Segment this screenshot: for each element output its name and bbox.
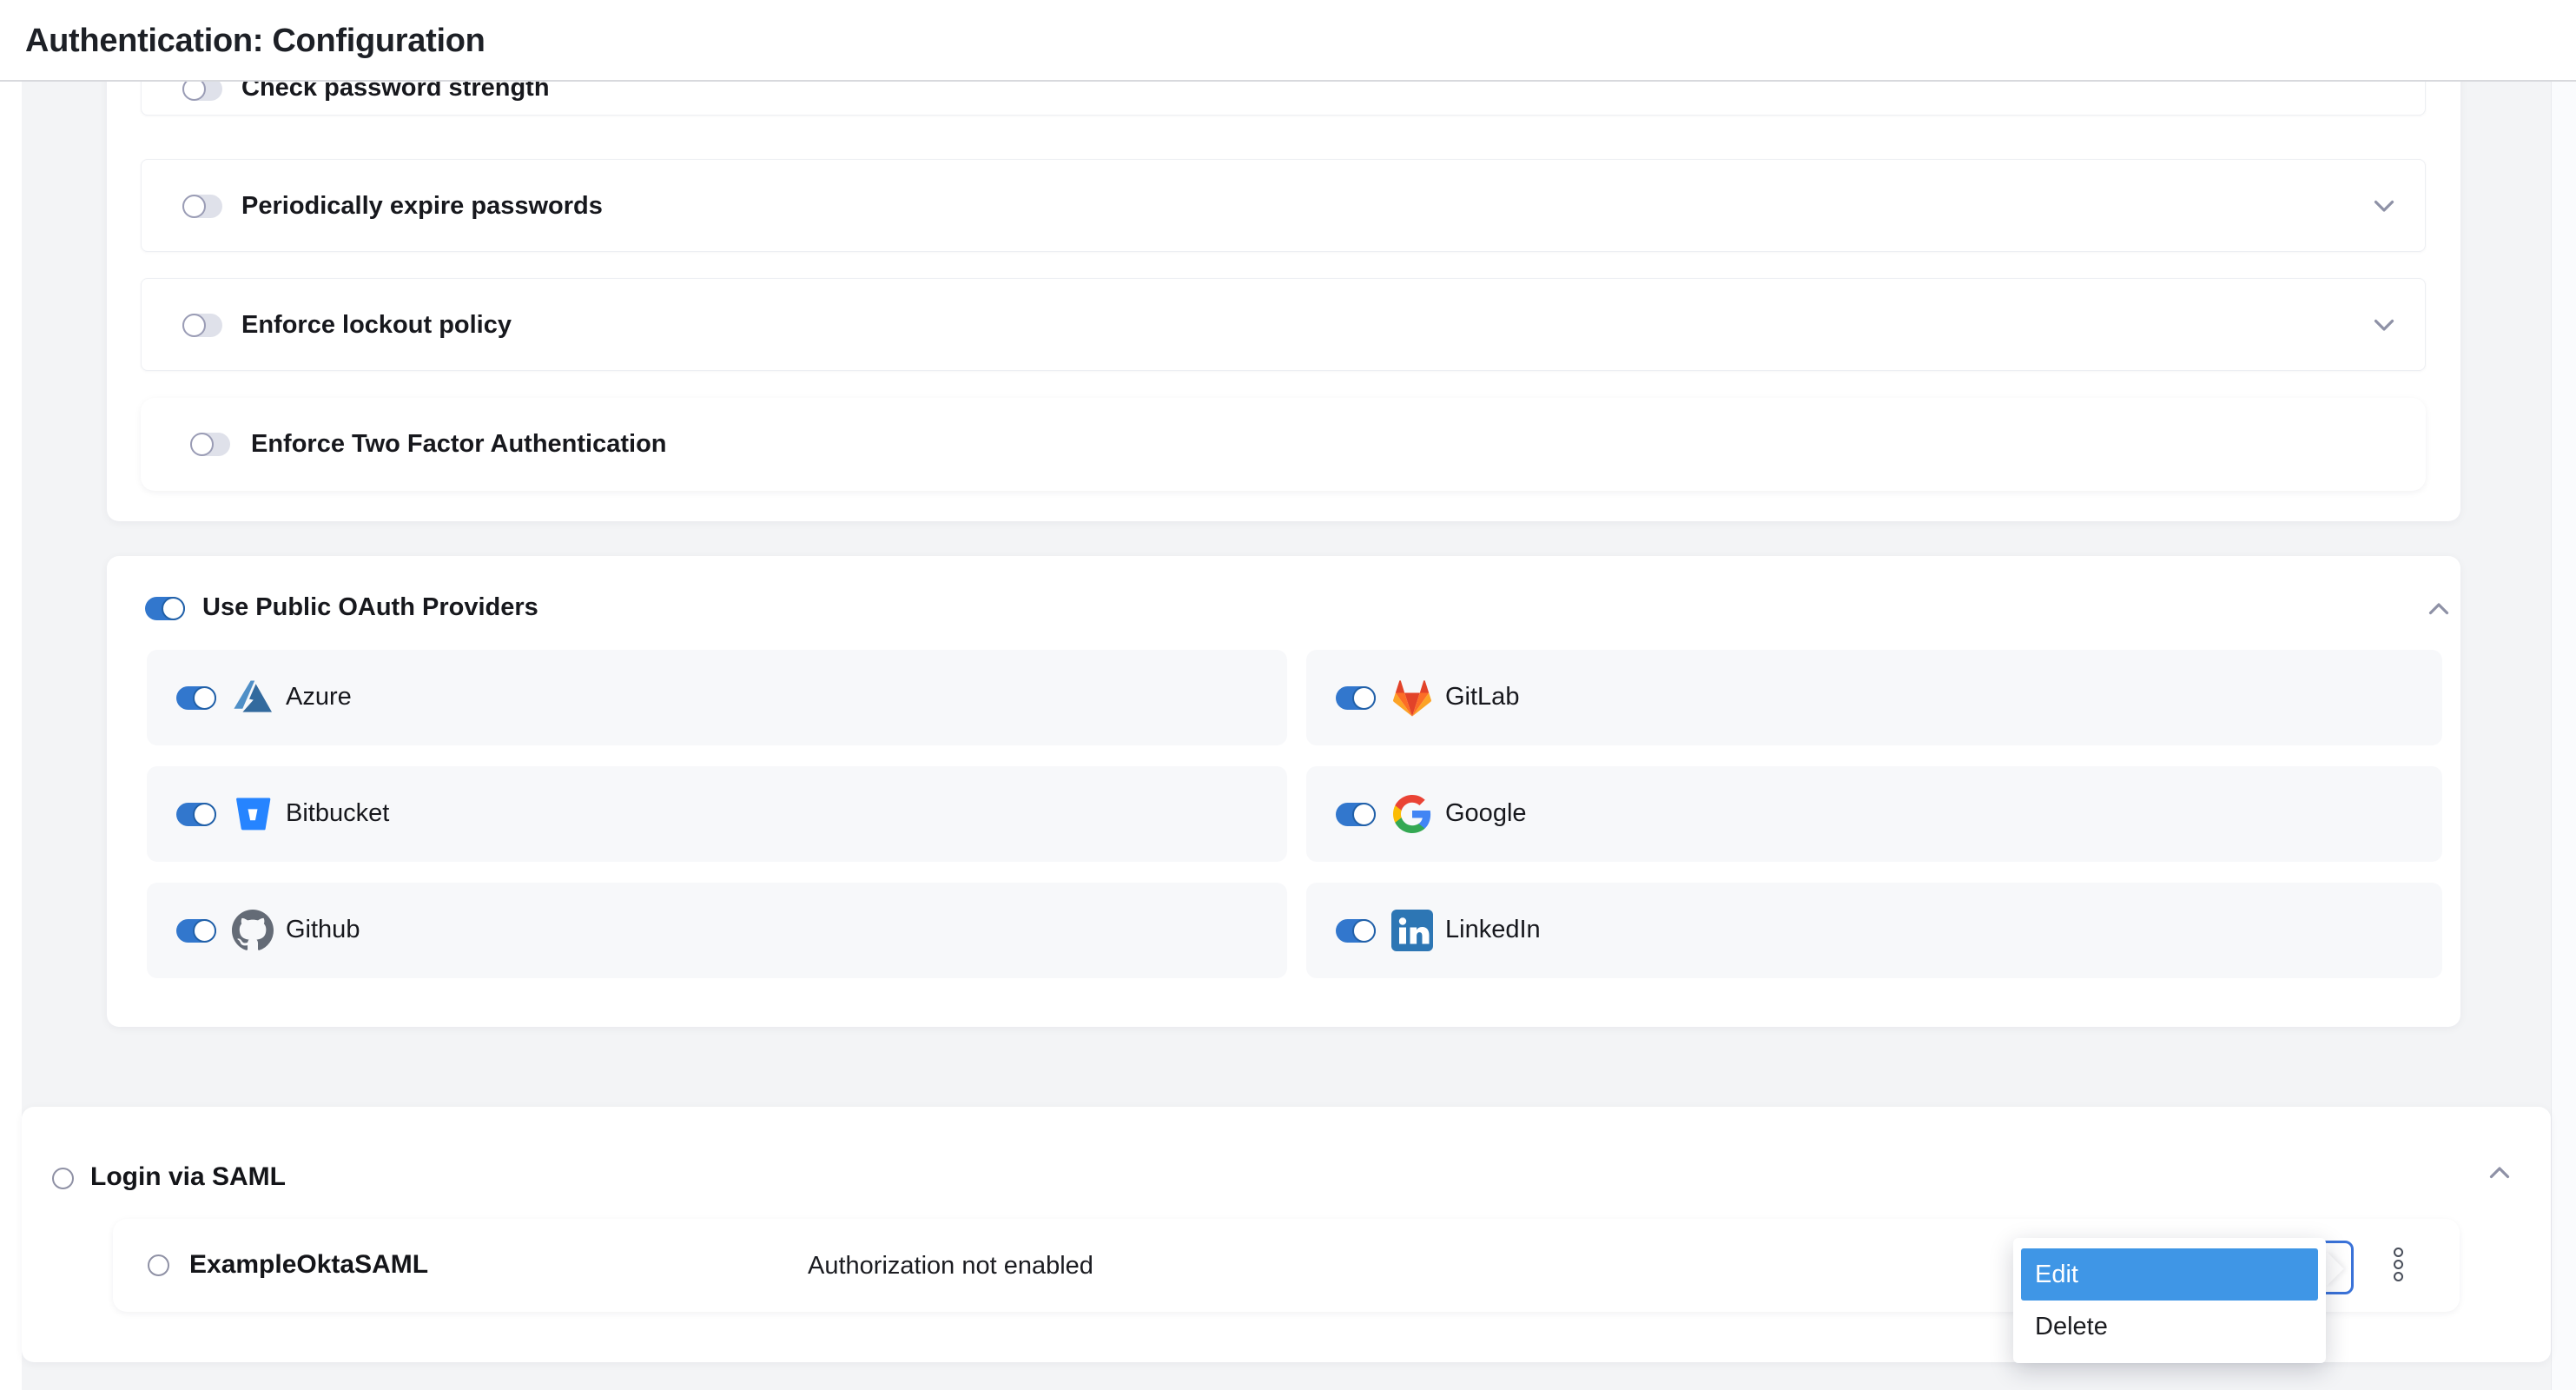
toggle-knob xyxy=(1352,686,1376,710)
provider-label: Bitbucket xyxy=(286,799,389,828)
saml-section-label: Login via SAML xyxy=(90,1162,286,1192)
azure-icon xyxy=(232,677,274,718)
provider-tile-google[interactable]: Google xyxy=(1306,766,2442,862)
context-menu: Edit Delete xyxy=(2013,1238,2326,1363)
toggle-knob xyxy=(1352,919,1376,943)
oauth-section-label: Use Public OAuth Providers xyxy=(202,593,538,622)
provider-label: LinkedIn xyxy=(1445,916,1541,944)
toggle-knob xyxy=(1352,803,1376,826)
azure-toggle[interactable] xyxy=(176,686,216,710)
scrollbar-gutter[interactable] xyxy=(2551,80,2576,1390)
menu-item-delete[interactable]: Delete xyxy=(2021,1301,2318,1353)
google-toggle[interactable] xyxy=(1336,803,1376,826)
toggle-knob xyxy=(162,597,185,620)
chevron-up-icon[interactable] xyxy=(2428,602,2449,615)
toggle-knob xyxy=(182,314,206,337)
provider-label: Google xyxy=(1445,799,1527,828)
page-title: Authentication: Configuration xyxy=(25,23,485,60)
provider-tile-azure[interactable]: Azure xyxy=(147,650,1287,745)
linkedin-toggle[interactable] xyxy=(1336,919,1376,943)
provider-tile-gitlab[interactable]: GitLab xyxy=(1306,650,2442,745)
bitbucket-toggle[interactable] xyxy=(176,803,216,826)
toggle-knob xyxy=(182,195,206,218)
policy-row-label: Enforce lockout policy xyxy=(241,311,512,340)
enforce-lockout-policy-toggle[interactable] xyxy=(182,314,222,337)
use-public-oauth-toggle[interactable] xyxy=(145,597,185,620)
gitlab-toggle[interactable] xyxy=(1336,686,1376,710)
page-header: Authentication: Configuration xyxy=(0,0,2576,82)
saml-connection-status: Authorization not enabled xyxy=(808,1252,1093,1281)
policy-row-enforce-lockout-policy[interactable]: Enforce lockout policy xyxy=(141,278,2426,371)
menu-item-edit[interactable]: Edit xyxy=(2021,1248,2318,1301)
toggle-knob xyxy=(193,686,216,710)
toggle-knob xyxy=(193,803,216,826)
policy-row-label: Enforce Two Factor Authentication xyxy=(251,430,667,459)
oauth-providers-card: Use Public OAuth Providers Azure GitLab xyxy=(107,556,2460,1027)
provider-label: GitLab xyxy=(1445,683,1519,712)
policy-row-periodically-expire-passwords[interactable]: Periodically expire passwords xyxy=(141,159,2426,252)
saml-connection-name: ExampleOktaSAML xyxy=(189,1250,428,1280)
github-icon xyxy=(232,910,274,951)
provider-tile-bitbucket[interactable]: Bitbucket xyxy=(147,766,1287,862)
policy-row-enforce-two-factor[interactable]: Enforce Two Factor Authentication xyxy=(141,398,2426,491)
provider-tile-github[interactable]: Github xyxy=(147,883,1287,978)
provider-label: Azure xyxy=(286,683,352,712)
toggle-knob xyxy=(190,433,214,456)
google-icon xyxy=(1391,793,1433,835)
chevron-down-icon[interactable] xyxy=(2374,200,2394,213)
enforce-two-factor-toggle[interactable] xyxy=(190,433,230,456)
password-policies-card: Check password strength Periodically exp… xyxy=(107,17,2460,521)
policy-row-label: Periodically expire passwords xyxy=(241,192,603,221)
bitbucket-icon xyxy=(232,793,274,835)
chevron-up-icon[interactable] xyxy=(2489,1166,2510,1179)
linkedin-icon xyxy=(1391,910,1433,951)
saml-connection-radio[interactable] xyxy=(148,1254,169,1276)
saml-radio[interactable] xyxy=(52,1168,74,1189)
periodically-expire-passwords-toggle[interactable] xyxy=(182,195,222,218)
provider-label: Github xyxy=(286,916,360,944)
provider-tile-linkedin[interactable]: LinkedIn xyxy=(1306,883,2442,978)
gitlab-icon xyxy=(1391,677,1433,718)
toggle-knob xyxy=(193,919,216,943)
github-toggle[interactable] xyxy=(176,919,216,943)
chevron-down-icon[interactable] xyxy=(2374,319,2394,332)
